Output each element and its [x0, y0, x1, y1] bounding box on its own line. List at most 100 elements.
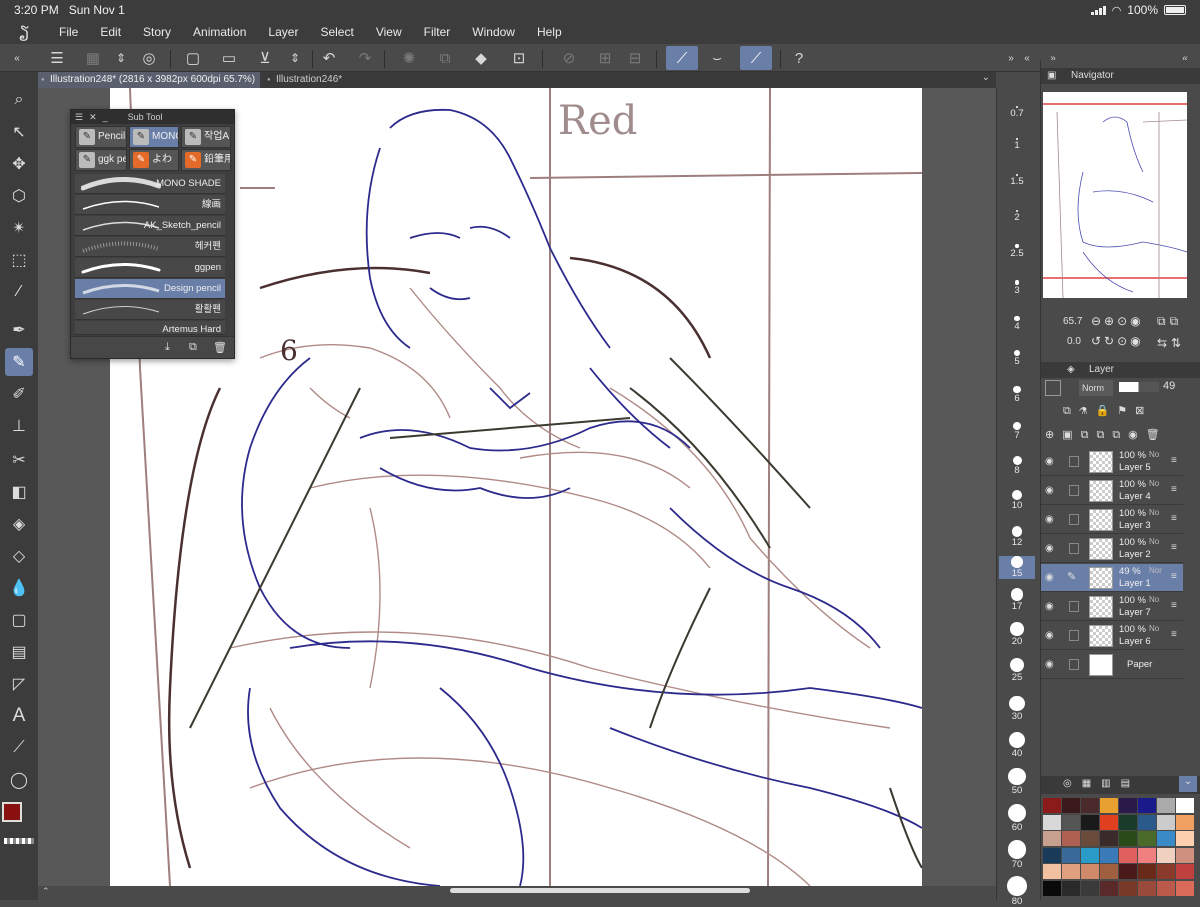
frame-tool-icon[interactable]: ▤: [5, 638, 33, 666]
save-options-arrows-icon[interactable]: ⇕: [282, 46, 308, 70]
brush-size-70[interactable]: 70: [999, 840, 1035, 870]
3d-move-tool-icon[interactable]: ⬡: [5, 182, 33, 210]
help-icon[interactable]: ?: [786, 46, 812, 70]
eraser-tool-icon[interactable]: ◇: [5, 542, 33, 570]
brush-stroke-icon[interactable]: ⌣: [704, 46, 730, 70]
color-swatch[interactable]: [1043, 847, 1061, 863]
tab-illustration246[interactable]: Illustration246*: [264, 72, 384, 88]
transform-icon[interactable]: ⊡: [506, 46, 532, 70]
color-swatch[interactable]: [1157, 880, 1175, 896]
color-set-tab-icons[interactable]: ◎▦▥▤: [1063, 778, 1140, 789]
eyedropper-tool-icon[interactable]: ⁄: [5, 278, 33, 306]
brush-size-10[interactable]: 10: [999, 490, 1035, 511]
deselect-icon[interactable]: ⊘: [556, 46, 582, 70]
color-swatch[interactable]: [1138, 847, 1156, 863]
brush-size-6[interactable]: 6: [999, 386, 1035, 404]
color-swatch[interactable]: [1157, 798, 1175, 813]
layer-color-icon[interactable]: [1045, 380, 1061, 396]
navigator-tab-icon[interactable]: ▣: [1047, 68, 1056, 84]
color-swatch[interactable]: [1043, 831, 1061, 846]
layer-checkbox[interactable]: [1069, 514, 1079, 525]
menu-view[interactable]: View: [365, 25, 413, 39]
airbrush-tool-icon[interactable]: ⊥: [5, 412, 33, 440]
color-swatch[interactable]: [1081, 814, 1099, 830]
brush-size-8[interactable]: 8: [999, 456, 1035, 476]
layer-row[interactable]: ◉ 100 % No Layer 6 ≡: [1041, 622, 1183, 650]
brush-tool-icon[interactable]: ✐: [5, 380, 33, 408]
color-swatch[interactable]: [1119, 880, 1137, 896]
sub-tool-group-ggk[interactable]: ✎ ggk pe: [75, 149, 127, 171]
color-swatch[interactable]: [1138, 864, 1156, 879]
color-swatch[interactable]: [1081, 798, 1099, 813]
home-indicator[interactable]: [450, 888, 750, 893]
color-swatch[interactable]: [1062, 798, 1080, 813]
eye-icon[interactable]: ◉: [1045, 630, 1054, 641]
color-swatch[interactable]: [1043, 864, 1061, 879]
color-swatch[interactable]: [1176, 814, 1194, 830]
main-color-swatch[interactable]: [2, 802, 22, 822]
crop-icon[interactable]: ⊟: [622, 46, 648, 70]
color-swatch[interactable]: [1138, 814, 1156, 830]
brush-item[interactable]: AK_Sketch_pencil: [75, 216, 225, 236]
redo-icon[interactable]: ↷: [352, 46, 378, 70]
decoration-tool-icon[interactable]: ✂: [5, 446, 33, 474]
navigator-fit-icon[interactable]: ⧉⧉: [1157, 314, 1182, 329]
eye-icon[interactable]: ◉: [1045, 572, 1054, 583]
brush-size-4[interactable]: 4: [999, 316, 1035, 332]
copy-icon[interactable]: ⧉: [432, 46, 458, 70]
quick-access-icon[interactable]: ◎: [136, 46, 162, 70]
sub-tool-group-yowa[interactable]: ✎ よわ: [129, 149, 179, 171]
sub-tool-settings-icon[interactable]: ⤓: [165, 341, 170, 354]
color-swatch[interactable]: [1081, 831, 1099, 846]
brush-size-3[interactable]: 3: [999, 280, 1035, 296]
brush-size-15[interactable]: 15: [999, 556, 1035, 579]
color-swatch[interactable]: [1043, 880, 1061, 896]
layer-checkbox[interactable]: [1069, 456, 1079, 467]
collapse-left-icon[interactable]: «: [4, 46, 30, 70]
sub-tool-group-pencil[interactable]: ✎ Pencil: [75, 126, 127, 148]
color-swatch[interactable]: [1176, 847, 1194, 863]
magic-wand-tool-icon[interactable]: ✴: [5, 214, 33, 242]
color-swatch[interactable]: [1119, 798, 1137, 813]
sub-tool-group-mono[interactable]: ✎MONO: [129, 126, 179, 148]
color-swatch[interactable]: [1157, 847, 1175, 863]
fill-tool-icon[interactable]: ◈: [5, 510, 33, 538]
brush-size-1[interactable]: 1: [999, 138, 1035, 151]
color-swatch[interactable]: [1176, 831, 1194, 846]
navigator-zoom-buttons-icon[interactable]: ⊖⊕⊙◉: [1091, 314, 1144, 328]
layer-menu-icon[interactable]: ≡: [1171, 455, 1177, 466]
layer-row[interactable]: ◉ 100 % No Layer 7 ≡: [1041, 593, 1183, 621]
color-swatch[interactable]: [1176, 798, 1194, 813]
color-swatch[interactable]: [1100, 798, 1118, 813]
color-swatch[interactable]: [1062, 880, 1080, 896]
up-down-arrows-icon[interactable]: ⇕: [108, 46, 134, 70]
color-swatch[interactable]: [1043, 814, 1061, 830]
sub-tool-group-enpitsu[interactable]: ✎ 鉛筆用: [181, 149, 231, 171]
color-swatch[interactable]: [1157, 864, 1175, 879]
loading-icon[interactable]: ✺: [396, 46, 422, 70]
layer-menu-icon[interactable]: ≡: [1171, 571, 1177, 582]
color-swatch[interactable]: [1138, 880, 1156, 896]
layer-checkbox[interactable]: [1069, 601, 1079, 612]
layer-menu-icon[interactable]: ≡: [1171, 513, 1177, 524]
brush-item[interactable]: MONO SHADE: [75, 174, 225, 194]
color-swatch[interactable]: [1100, 831, 1118, 846]
layer-checkbox[interactable]: [1069, 485, 1079, 496]
layer-menu-icon[interactable]: ≡: [1171, 600, 1177, 611]
color-swatch[interactable]: [1157, 814, 1175, 830]
menu-filter[interactable]: Filter: [413, 25, 462, 39]
eye-icon[interactable]: ◉: [1045, 514, 1054, 525]
navigator-zoom-value[interactable]: 65.7: [1063, 316, 1082, 327]
text-tool-icon[interactable]: A: [5, 702, 33, 730]
color-set-dropdown-icon[interactable]: ⌄: [1179, 776, 1197, 792]
pen-tool-icon[interactable]: ✒: [5, 316, 33, 344]
color-swatch[interactable]: [1138, 798, 1156, 813]
figure-tool-icon[interactable]: ▢: [5, 606, 33, 634]
color-swatch[interactable]: [1157, 831, 1175, 846]
fill-icon[interactable]: ◆: [468, 46, 494, 70]
menu-file[interactable]: File: [48, 25, 89, 39]
layer-row[interactable]: ◉ Paper: [1041, 651, 1183, 679]
color-swatch[interactable]: [1176, 864, 1194, 879]
open-folder-icon[interactable]: ▭: [216, 46, 242, 70]
brush-size-12[interactable]: 12: [999, 526, 1035, 548]
